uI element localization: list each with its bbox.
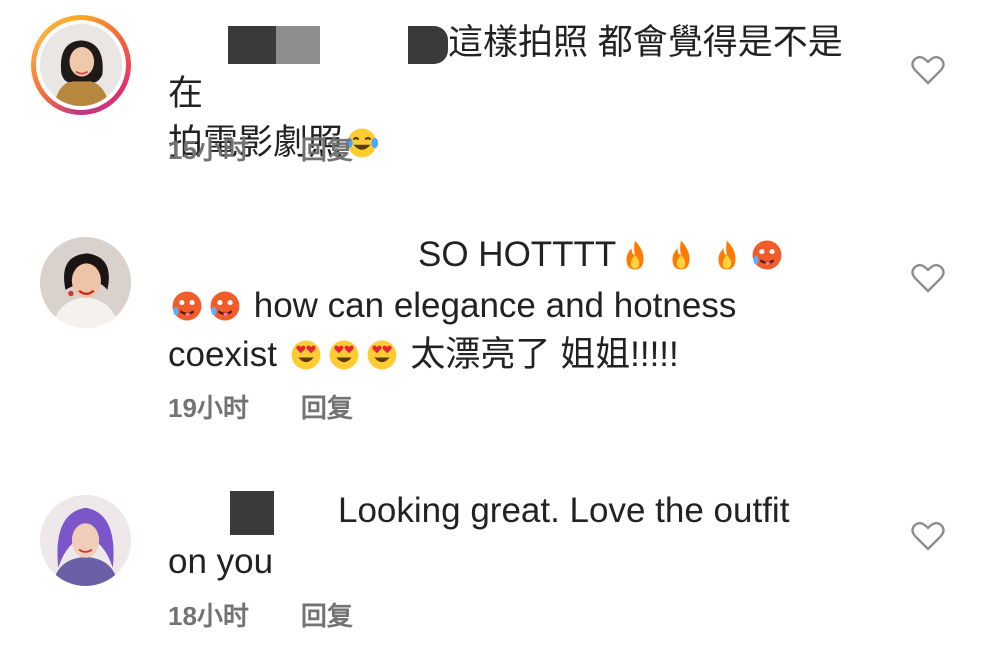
avatar[interactable] bbox=[40, 24, 122, 106]
avatar[interactable] bbox=[40, 495, 131, 586]
redaction-block bbox=[408, 25, 448, 64]
reply-button[interactable]: 回复 bbox=[301, 135, 353, 165]
hot-face-emoji-icon bbox=[208, 289, 242, 323]
redaction-block bbox=[230, 490, 274, 535]
fire-emoji-icon bbox=[664, 238, 698, 272]
comment-text-line: on you bbox=[168, 542, 274, 582]
comment-text-line: Looking great. Love the outfit bbox=[338, 491, 790, 530]
comment-text: SO HOTTTT how can elegance and hotness c… bbox=[168, 230, 868, 379]
reply-button[interactable]: 回复 bbox=[301, 393, 353, 423]
comment-text-line: 太漂亮了 姐姐!!!!! bbox=[410, 335, 679, 375]
fire-emoji-icon bbox=[710, 238, 744, 272]
comment-item: 這樣拍照 都會覺得是不是在 拍電影劇照 15小时 回复 bbox=[0, 0, 1000, 180]
comment-item: Looking great. Love the outfit on you 18… bbox=[0, 480, 1000, 665]
avatar[interactable] bbox=[40, 237, 131, 328]
heart-outline-icon[interactable] bbox=[911, 262, 945, 294]
fire-emoji-icon bbox=[618, 238, 652, 272]
hot-face-emoji-icon bbox=[170, 289, 204, 323]
comment-timestamp: 18小时 bbox=[168, 601, 249, 631]
hot-face-emoji-icon bbox=[750, 238, 784, 272]
redaction-block bbox=[276, 25, 320, 64]
redacted-username[interactable] bbox=[168, 232, 418, 281]
comment-timestamp: 19小时 bbox=[168, 393, 249, 423]
redacted-username[interactable] bbox=[168, 20, 228, 69]
comment-text-line: coexist bbox=[168, 335, 277, 375]
comment-meta: 19小时 回复 bbox=[168, 388, 353, 425]
comment-meta: 18小时 回复 bbox=[168, 596, 353, 633]
heart-eyes-emoji-icon bbox=[365, 338, 399, 372]
heart-eyes-emoji-icon bbox=[327, 338, 361, 372]
comment-text: Looking great. Love the outfit on you bbox=[168, 486, 868, 586]
comment-text-line: how can elegance and hotness bbox=[253, 286, 737, 326]
heart-eyes-emoji-icon bbox=[289, 338, 323, 372]
comment-timestamp: 15小时 bbox=[168, 135, 249, 165]
reply-button[interactable]: 回复 bbox=[301, 601, 353, 631]
comment-text-line: SO HOTTTT bbox=[418, 235, 617, 274]
comment-item: SO HOTTTT how can elegance and hotness c… bbox=[0, 220, 1000, 430]
heart-outline-icon[interactable] bbox=[911, 54, 945, 86]
redaction-block bbox=[228, 25, 276, 64]
redacted-username[interactable] bbox=[168, 488, 230, 537]
comment-meta: 15小时 回复 bbox=[168, 130, 353, 167]
avatar-story-ring[interactable] bbox=[31, 15, 131, 115]
heart-outline-icon[interactable] bbox=[911, 520, 945, 552]
